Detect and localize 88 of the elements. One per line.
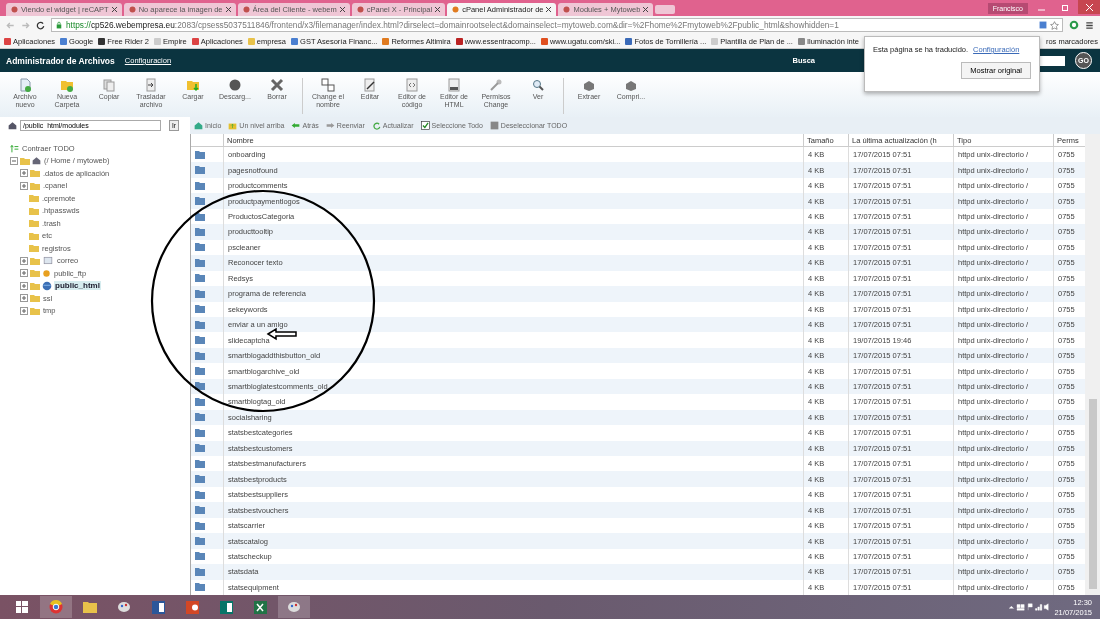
close-icon[interactable]	[225, 7, 231, 12]
plus-icon	[22, 271, 26, 276]
close-icon[interactable]	[339, 7, 345, 12]
bookmark-icon	[154, 37, 161, 45]
favicon-icon	[356, 6, 364, 13]
close-icon	[270, 78, 284, 92]
expand-toggle[interactable]	[20, 306, 28, 315]
plus-icon	[22, 283, 26, 288]
palette-icon[interactable]	[278, 596, 310, 618]
home-folder-icon	[8, 121, 17, 130]
address-bar[interactable]: https://cp526.webempresa.eu:2083/cpsess5037511846/frontend/x3/filemanager/index.html?dirselect=domainrootselect&domainselect=mytoweb.com&dir=%2Fhome%2Fmytoweb%2Fpublic_html&showhidden=1	[51, 18, 1063, 32]
unchecked-box-icon	[489, 121, 499, 130]
globe-icon	[42, 280, 52, 291]
new-tab-button[interactable]	[655, 5, 676, 14]
bookmark-icon	[455, 37, 463, 45]
back-icon	[6, 20, 15, 30]
plus-icon	[22, 171, 26, 176]
extension-icon	[1069, 20, 1079, 30]
sphere-icon	[228, 78, 242, 92]
favicon-icon	[128, 6, 136, 13]
favicon-icon	[11, 6, 18, 13]
minus-icon	[12, 158, 16, 163]
expand-toggle[interactable]	[20, 256, 28, 265]
favicon-icon	[563, 6, 571, 13]
expand-toggle[interactable]	[20, 281, 28, 290]
scrollbar[interactable]	[1085, 134, 1100, 595]
bookmark-icon	[98, 37, 106, 45]
bookmark-icon	[191, 37, 199, 45]
checked-box-icon	[420, 121, 430, 130]
expand-toggle[interactable]	[20, 294, 28, 303]
home-icon	[194, 121, 203, 130]
envelope-icon	[42, 256, 54, 266]
plus-icon	[22, 308, 26, 313]
tree-item[interactable]: public_html	[54, 281, 101, 291]
favicon-icon	[242, 6, 250, 13]
code-file-icon	[405, 78, 419, 92]
close-window-button[interactable]	[1078, 0, 1100, 14]
copy-icon	[102, 78, 116, 92]
house-icon	[32, 156, 41, 166]
bookmark-icon	[291, 37, 299, 45]
ftp-icon	[42, 268, 51, 278]
bookmark-icon	[711, 37, 719, 45]
menu-icon	[1085, 20, 1094, 30]
restore-icon[interactable]	[1061, 3, 1069, 11]
left-arrow-icon	[291, 121, 301, 130]
browser-app-icon[interactable]	[40, 596, 72, 618]
expand-toggle[interactable]	[20, 169, 28, 178]
translate-icon	[1039, 21, 1047, 29]
upload-folder-icon	[186, 78, 200, 92]
plus-icon	[22, 296, 26, 301]
favicon-icon	[452, 6, 460, 13]
html-file-icon	[447, 78, 461, 92]
edit-icon	[363, 78, 377, 92]
star-icon	[1050, 20, 1059, 30]
key-icon	[489, 78, 503, 92]
close-icon[interactable]	[546, 7, 552, 12]
collapse-icon	[10, 143, 19, 153]
close-icon	[1085, 3, 1093, 11]
bookmark-icon	[540, 37, 548, 45]
expand-toggle[interactable]	[20, 181, 28, 190]
app-title: Administrador de Archivos	[6, 55, 115, 66]
close-icon[interactable]	[643, 7, 649, 12]
bookmark-icon	[797, 37, 805, 45]
reload-icon	[36, 20, 45, 30]
bookmark-icon	[4, 37, 11, 45]
search-icon	[531, 78, 545, 92]
box-icon	[582, 78, 596, 92]
lock-icon	[55, 21, 63, 29]
expand-toggle[interactable]	[20, 269, 28, 278]
close-icon[interactable]	[111, 7, 117, 12]
bookmark-icon	[625, 37, 633, 45]
forward-icon	[21, 20, 30, 30]
url-text: https://cp526.webempresa.eu:2083/cpsess5037511846/frontend/x3/filemanager/index.html?dirselect=domainrootselect&domainselect=mytoweb.com&dir=%2Fhome%2Fmytoweb%2Fpublic_html&showhidden=1	[66, 20, 839, 30]
refresh-icon	[371, 121, 381, 130]
new-file-icon	[18, 78, 32, 92]
plus-icon	[22, 258, 26, 263]
bookmark-icon	[247, 37, 255, 45]
move-file-icon	[144, 78, 158, 92]
rename-icon	[321, 78, 335, 92]
close-icon[interactable]	[435, 7, 441, 12]
collapse-toggle[interactable]	[10, 156, 18, 165]
right-arrow-icon	[325, 121, 335, 130]
box-icon	[624, 78, 638, 92]
bookmark-icon	[60, 37, 68, 45]
folder-up-icon	[228, 121, 238, 130]
bookmark-icon	[382, 37, 390, 45]
plus-icon	[22, 183, 26, 188]
new-folder-icon	[60, 78, 74, 92]
